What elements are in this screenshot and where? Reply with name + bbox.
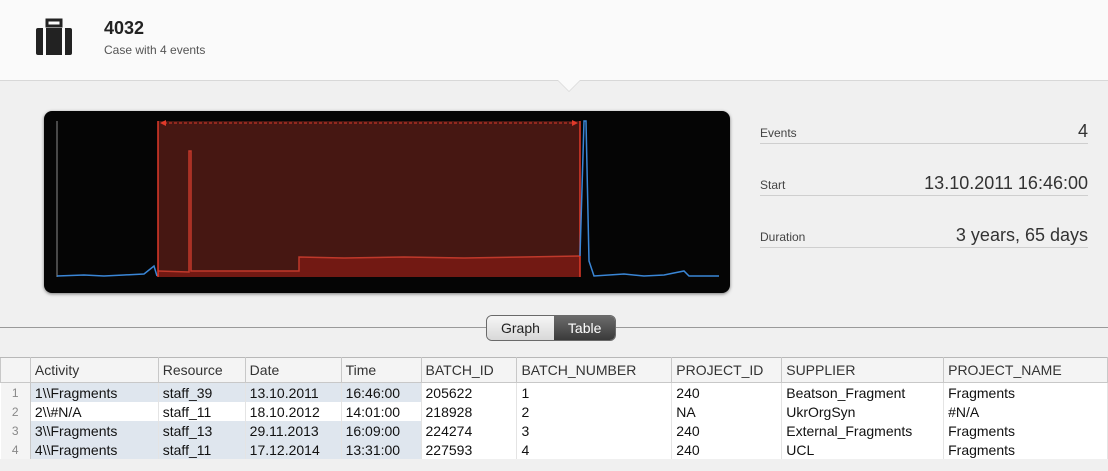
cell-project-name: Fragments — [943, 440, 1108, 459]
row-number: 4 — [0, 440, 31, 459]
cell-batch-number: 2 — [516, 402, 673, 421]
activity-line-left — [56, 264, 158, 277]
table-view-button[interactable]: Table — [553, 316, 616, 340]
case-subtitle: Case with 4 events — [104, 43, 206, 57]
timeline-svg — [56, 120, 719, 277]
cell-batch-id: 227593 — [421, 440, 518, 459]
cell-time: 13:31:00 — [341, 440, 422, 459]
cell-resource: staff_11 — [158, 440, 246, 459]
stat-value: 4 — [1077, 121, 1088, 141]
cell-supplier: UkrOrgSyn — [781, 402, 945, 421]
cell-batch-id: 218928 — [421, 402, 518, 421]
table-row[interactable]: 2 2\\#N/A staff_11 18.10.2012 14:01:00 2… — [0, 402, 1108, 421]
cell-date: 17.12.2014 — [245, 440, 342, 459]
table-row[interactable]: 3 3\\Fragments staff_13 29.11.2013 16:09… — [0, 421, 1108, 440]
cell-supplier: External_Fragments — [781, 421, 945, 440]
row-number: 1 — [0, 382, 31, 402]
cell-activity: 4\\Fragments — [30, 440, 159, 459]
view-toggle: Graph Table — [486, 315, 617, 341]
case-header: 4032 Case with 4 events — [0, 0, 1108, 81]
column-header-date[interactable]: Date — [244, 357, 342, 383]
table-row[interactable]: 4 4\\Fragments staff_11 17.12.2014 13:31… — [0, 440, 1108, 459]
cell-project-id: 240 — [671, 421, 783, 440]
header-pointer — [558, 80, 580, 91]
stat-rule — [760, 247, 1088, 248]
stat-label: Events — [760, 126, 797, 140]
cell-project-name: Fragments — [943, 382, 1108, 402]
cell-resource: staff_13 — [158, 421, 246, 440]
graph-view-button[interactable]: Graph — [487, 316, 554, 340]
case-timeline-graph[interactable] — [44, 111, 730, 293]
stat-label: Start — [760, 178, 786, 192]
cell-time: 14:01:00 — [341, 402, 422, 421]
cell-time: 16:46:00 — [341, 382, 422, 402]
cell-date: 18.10.2012 — [245, 402, 342, 421]
cell-supplier: UCL — [781, 440, 945, 459]
table-header-row: Activity Resource Date Time BATCH_ID BAT… — [0, 357, 1108, 383]
cell-project-name: #N/A — [943, 402, 1108, 421]
activity-line-right — [579, 120, 719, 277]
cell-time: 16:09:00 — [341, 421, 422, 440]
case-stats-panel: Events 4 Start 13.10.2011 16:46:00 Durat… — [760, 110, 1088, 266]
cell-batch-id: 205622 — [421, 382, 518, 402]
column-header-time[interactable]: Time — [340, 357, 422, 383]
stat-start: Start 13.10.2011 16:46:00 — [760, 162, 1088, 214]
row-number-header — [0, 357, 31, 383]
column-header-batch-id[interactable]: BATCH_ID — [420, 357, 518, 383]
column-header-batch-number[interactable]: BATCH_NUMBER — [516, 357, 673, 383]
cell-project-name: Fragments — [943, 421, 1108, 440]
cell-resource: staff_39 — [158, 382, 246, 402]
cell-supplier: Beatson_Fragment — [781, 382, 945, 402]
cell-activity: 3\\Fragments — [30, 421, 159, 440]
stat-events: Events 4 — [760, 110, 1088, 162]
column-header-activity[interactable]: Activity — [29, 357, 159, 383]
cell-batch-id: 224274 — [421, 421, 518, 440]
column-header-project-id[interactable]: PROJECT_ID — [671, 357, 783, 383]
cell-activity: 2\\#N/A — [30, 402, 159, 421]
briefcase-icon — [36, 18, 72, 55]
cell-project-id: 240 — [671, 440, 783, 459]
row-number: 3 — [0, 421, 31, 440]
case-span-region — [158, 121, 580, 277]
stat-value: 3 years, 65 days — [955, 225, 1088, 245]
cell-batch-number: 3 — [516, 421, 673, 440]
stat-rule — [760, 195, 1088, 196]
stat-duration: Duration 3 years, 65 days — [760, 214, 1088, 266]
column-header-supplier[interactable]: SUPPLIER — [781, 357, 945, 383]
cell-resource: staff_11 — [158, 402, 246, 421]
stat-rule — [760, 143, 1088, 144]
cell-project-id: NA — [671, 402, 783, 421]
table-row[interactable]: 1 1\\Fragments staff_39 13.10.2011 16:46… — [0, 382, 1108, 402]
cell-date: 13.10.2011 — [245, 382, 342, 402]
cell-project-id: 240 — [671, 382, 783, 402]
row-number: 2 — [0, 402, 31, 421]
cell-date: 29.11.2013 — [245, 421, 342, 440]
cell-activity: 1\\Fragments — [30, 382, 159, 402]
case-id: 4032 — [104, 18, 145, 38]
column-header-project-name[interactable]: PROJECT_NAME — [943, 357, 1108, 383]
column-header-resource[interactable]: Resource — [157, 357, 246, 383]
events-table: Activity Resource Date Time BATCH_ID BAT… — [0, 357, 1108, 459]
cell-batch-number: 4 — [516, 440, 673, 459]
stat-label: Duration — [760, 230, 806, 244]
cell-batch-number: 1 — [516, 382, 673, 402]
stat-value: 13.10.2011 16:46:00 — [924, 173, 1088, 193]
